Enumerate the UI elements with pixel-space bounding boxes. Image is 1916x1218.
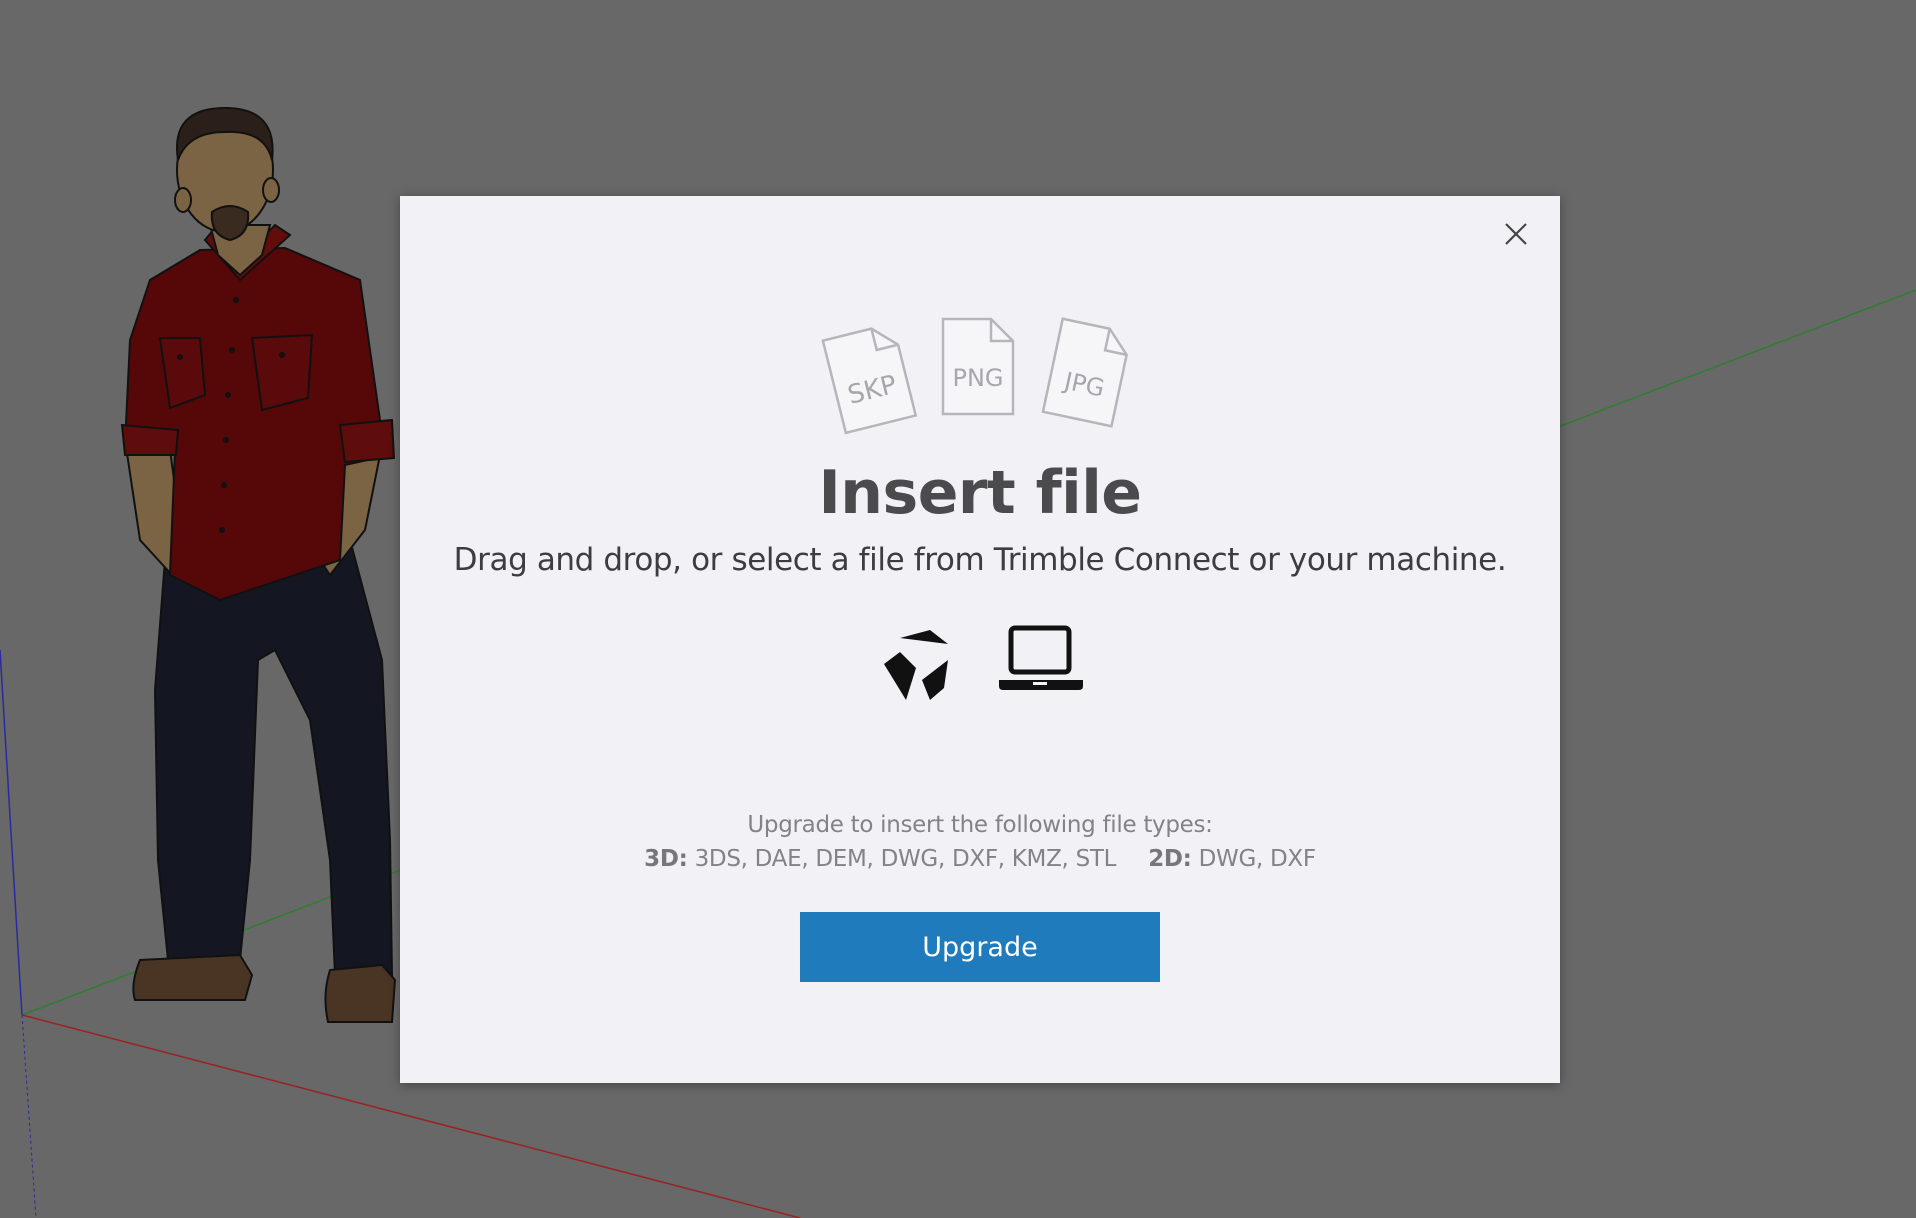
png-label: PNG — [952, 364, 1003, 392]
png-file-icon: PNG — [941, 317, 1015, 416]
types-3d: 3DS, DAE, DEM, DWG, DXF, KMZ, STL — [694, 846, 1117, 872]
jpg-file-icon: JPG — [1041, 317, 1128, 428]
dialog-title: Insert file — [818, 458, 1142, 528]
skp-file-icon: SKP — [821, 327, 918, 435]
file-type-icons: SKP PNG JPG — [400, 311, 1560, 436]
dialog-subtitle: Drag and drop, or select a file from Tri… — [453, 542, 1507, 578]
insert-file-dialog: SKP PNG JPG Insert file Drag and drop, o… — [400, 196, 1560, 1083]
my-computer-button[interactable] — [997, 624, 1087, 708]
types-2d: DWG, DXF — [1198, 846, 1317, 872]
label-3d: 3D: — [644, 846, 688, 872]
laptop-icon — [999, 625, 1083, 690]
file-sources — [400, 624, 1560, 704]
upgrade-note-line2: 3D: 3DS, DAE, DEM, DWG, DXF, KMZ, STL 2D… — [400, 842, 1560, 876]
trimble-connect-button[interactable] — [878, 624, 958, 708]
upgrade-button[interactable]: Upgrade — [800, 912, 1160, 982]
close-icon — [1505, 223, 1527, 245]
person-figure — [120, 106, 397, 1023]
upgrade-note: Upgrade to insert the following file typ… — [400, 808, 1560, 876]
blue-axis-hidden — [21, 1014, 37, 1218]
trimble-connect-icon — [884, 630, 948, 700]
close-button[interactable] — [1500, 218, 1532, 250]
upgrade-note-line1: Upgrade to insert the following file typ… — [747, 812, 1213, 838]
label-2d: 2D: — [1148, 846, 1192, 872]
blue-axis — [0, 649, 23, 1016]
